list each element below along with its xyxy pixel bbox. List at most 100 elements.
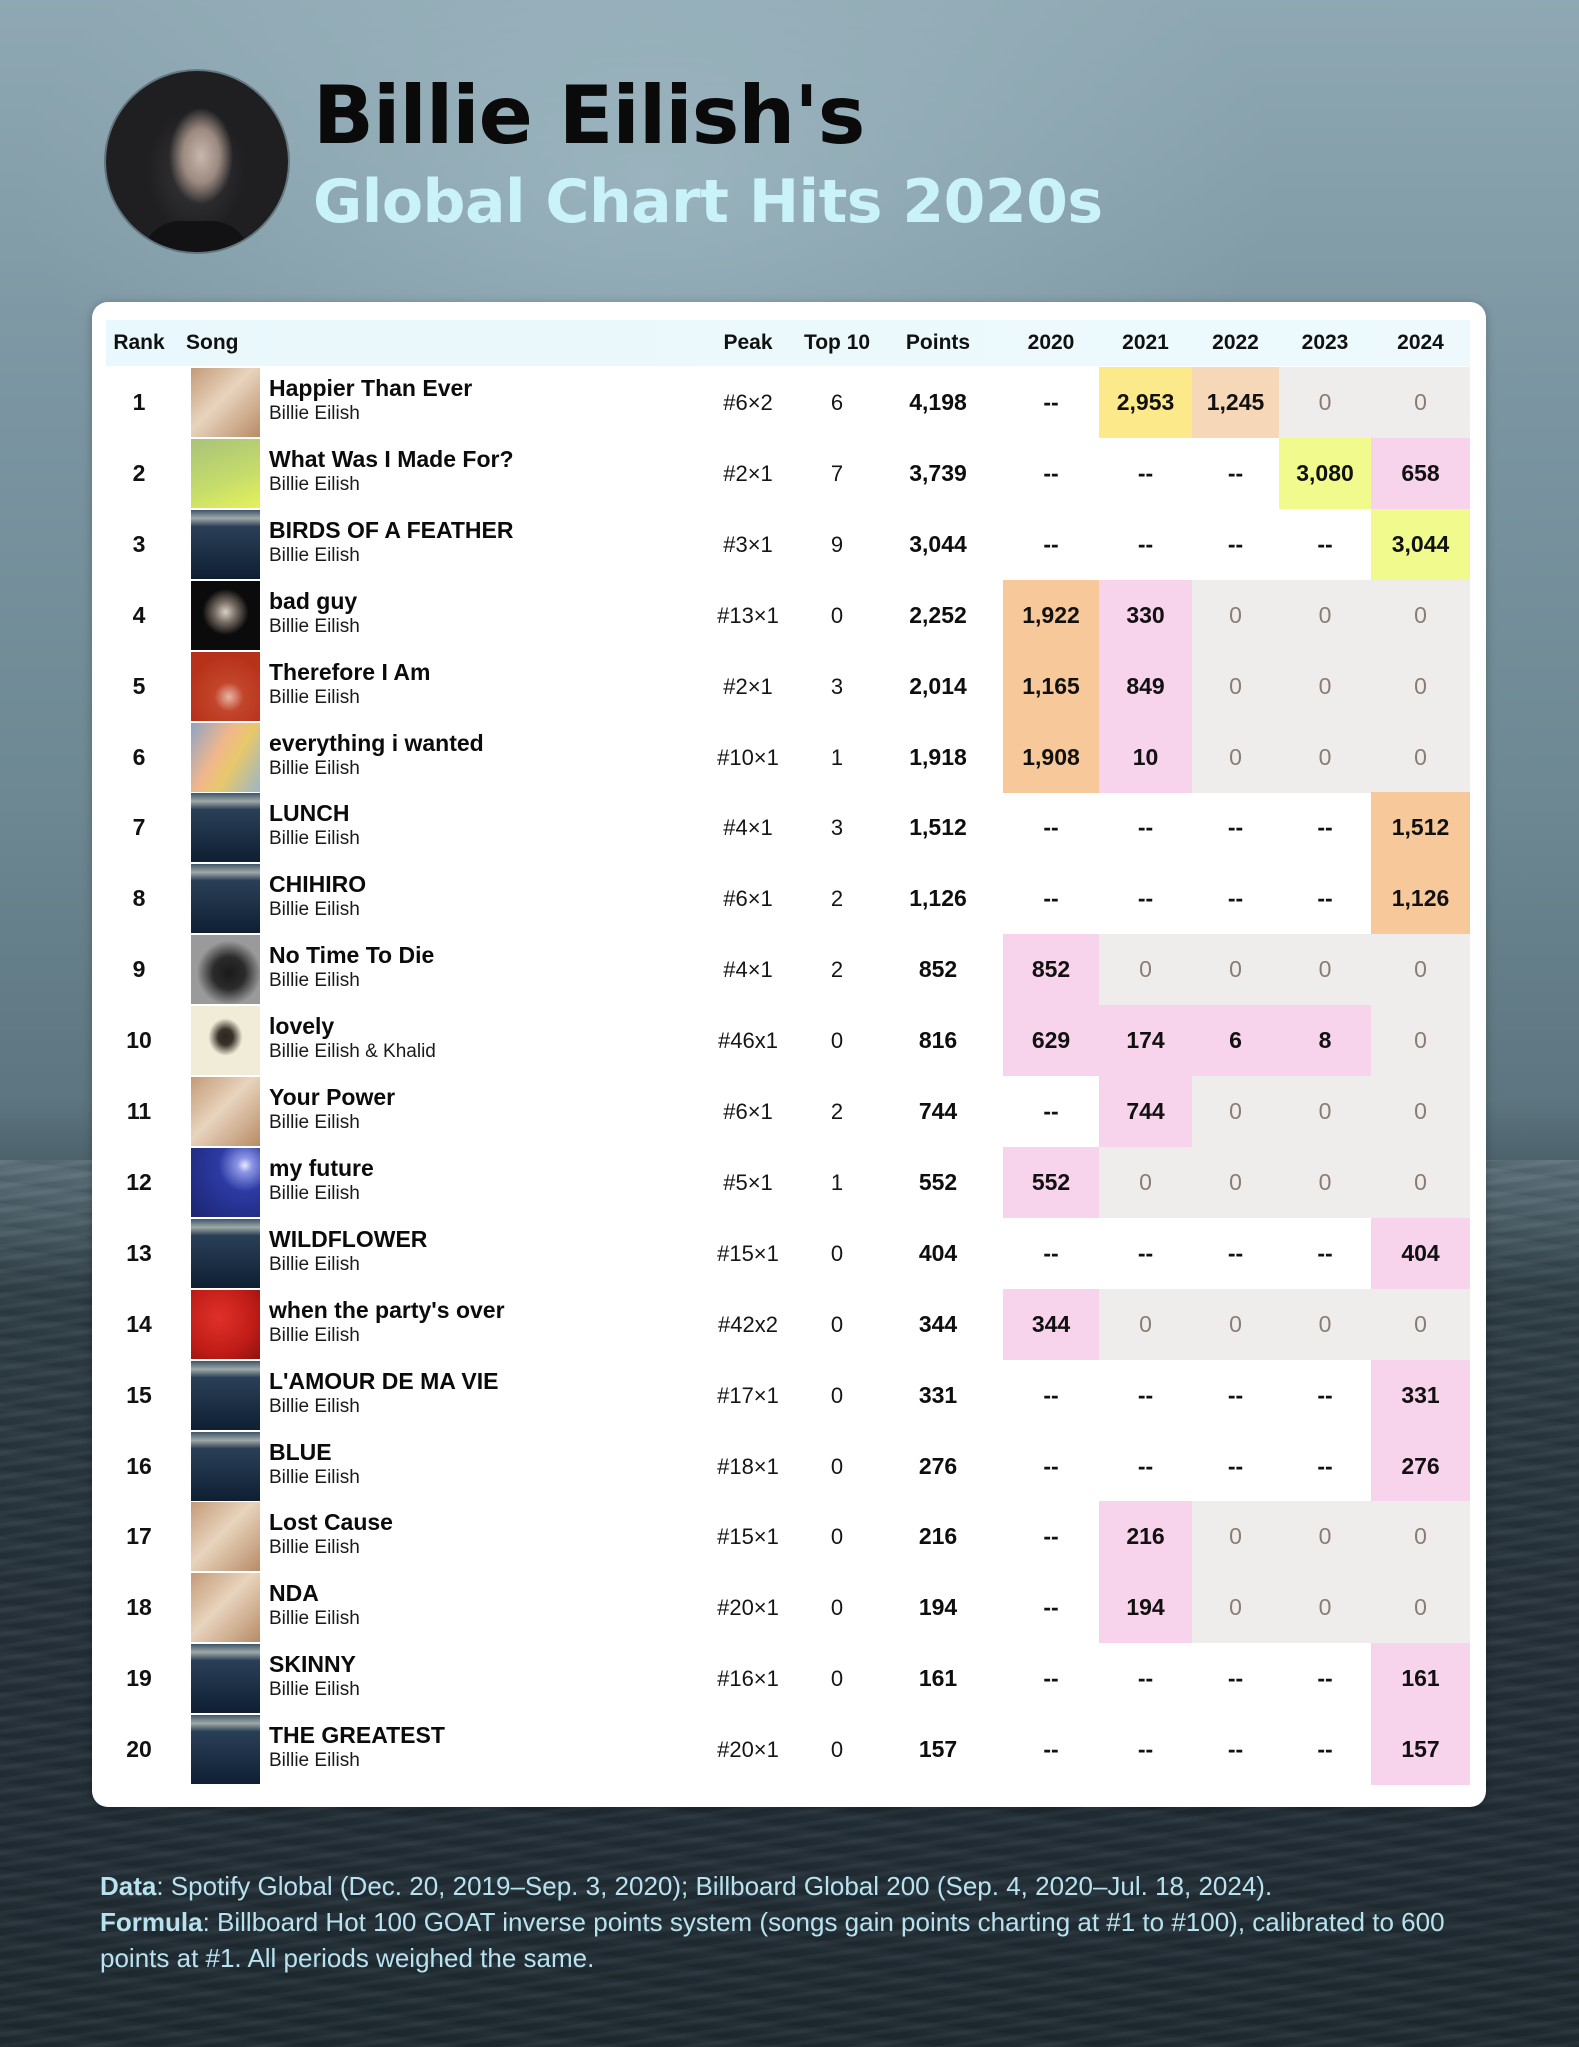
year-cell-2022: -- xyxy=(1227,530,1244,557)
year-cell-2023: -- xyxy=(1317,1665,1333,1692)
table-row: 14 when the party's over Billie Eilish #42x… xyxy=(92,1288,1486,1360)
year-cell-2021: 216 xyxy=(1099,1501,1192,1573)
year-cell-2022: 0 xyxy=(1192,579,1279,651)
song-artist: Billie Eilish xyxy=(269,686,360,708)
year-cell-2024: 0 xyxy=(1371,1146,1470,1218)
year-cell-2023: -- xyxy=(1317,1452,1333,1479)
peak-cell: #10×1 xyxy=(717,744,779,770)
table-row: 9 No Time To Die Billie Eilish #4×1 2 852 852 0… xyxy=(92,934,1486,1006)
top10-cell: 0 xyxy=(830,1453,844,1479)
year-cell-2022: -- xyxy=(1227,814,1244,841)
year-cell-2022: 0 xyxy=(1192,650,1279,722)
year-cell-2024: 0 xyxy=(1371,1288,1470,1360)
year-cell-2020: -- xyxy=(1043,1665,1059,1692)
rank-cell: 5 xyxy=(132,672,146,699)
song-artist: Billie Eilish xyxy=(269,1112,360,1133)
year-cell-2021: 2,953 xyxy=(1099,367,1192,438)
top10-cell: 0 xyxy=(830,1737,844,1763)
year-cell-2020: -- xyxy=(1043,885,1059,912)
year-cell-2023: 0 xyxy=(1279,1501,1371,1573)
song-artist: Billie Eilish xyxy=(269,1679,360,1701)
points-cell: 1,918 xyxy=(909,743,967,770)
year-cell-2023: 0 xyxy=(1279,934,1371,1006)
peak-cell: #15×1 xyxy=(717,1524,779,1550)
year-cell-2024: 161 xyxy=(1371,1643,1470,1715)
album-art-hit-me-hard-and-soft xyxy=(191,1360,260,1430)
year-cell-2020: 1,908 xyxy=(1003,721,1099,793)
rank-cell: 12 xyxy=(126,1168,152,1195)
year-cell-2020: -- xyxy=(1043,530,1059,557)
top10-cell: 7 xyxy=(830,460,844,486)
song-title: WILDFLOWER xyxy=(269,1225,428,1252)
year-cell-2022: 1,245 xyxy=(1192,367,1279,438)
song-title: CHIHIRO xyxy=(269,871,367,898)
year-cell-2021: -- xyxy=(1137,1452,1154,1479)
table-row: 6 everything i wanted Billie Eilish #10×1 1 1… xyxy=(92,721,1486,793)
year-cell-2024: 0 xyxy=(1371,650,1470,722)
song-title: BLUE xyxy=(269,1438,332,1465)
peak-cell: #2×1 xyxy=(723,460,773,486)
year-cell-2022: 0 xyxy=(1192,1076,1279,1147)
album-art-hit-me-hard-and-soft xyxy=(191,1431,260,1501)
album-art-happier-than-ever xyxy=(191,1573,260,1643)
top10-cell: 0 xyxy=(830,1028,844,1054)
top10-cell: 2 xyxy=(830,886,844,912)
album-art-hit-me-hard-and-soft xyxy=(191,509,260,579)
peak-cell: #4×1 xyxy=(723,815,773,841)
peak-cell: #4×1 xyxy=(723,957,773,983)
year-cell-2021: 849 xyxy=(1099,650,1192,722)
points-cell: 161 xyxy=(918,1665,958,1692)
page-subtitle: Global Chart Hits 2020s xyxy=(313,167,1103,237)
song-artist: Billie Eilish xyxy=(269,828,360,850)
points-cell: 852 xyxy=(918,956,958,983)
year-cell-2024: 331 xyxy=(1371,1359,1470,1431)
peak-cell: #5×1 xyxy=(723,1169,773,1195)
table-row: 5 Therefore I Am Billie Eilish #2×1 3 2,014 1,… xyxy=(92,650,1486,722)
year-cell-2020: -- xyxy=(1043,1381,1059,1408)
song-title: THE GREATEST xyxy=(269,1722,445,1749)
peak-cell: #42x2 xyxy=(718,1311,778,1337)
year-cell-2021: 744 xyxy=(1099,1076,1192,1147)
table-row: 18 NDA Billie Eilish #20×1 0 194 -- 194 0 0 0 xyxy=(92,1572,1486,1644)
table-row: 17 Lost Cause Billie Eilish #15×1 0 216 -- 216 0… xyxy=(92,1501,1486,1573)
peak-cell: #6×1 xyxy=(723,1099,773,1124)
song-title: Lost Cause xyxy=(269,1509,393,1536)
year-cell-2021: 0 xyxy=(1099,934,1192,1006)
year-cell-2020: 344 xyxy=(1003,1288,1099,1360)
song-artist: Billie Eilish xyxy=(269,757,360,779)
peak-cell: #2×1 xyxy=(723,673,773,699)
year-cell-2023: 0 xyxy=(1279,1572,1371,1644)
year-cell-2024: 658 xyxy=(1371,437,1470,509)
top10-cell: 0 xyxy=(830,1524,844,1550)
points-cell: 1,126 xyxy=(909,885,967,912)
table-row: 12 my future Billie Eilish #5×1 1 552 552 0 0 0 0 xyxy=(92,1146,1486,1218)
year-cell-2023: 8 xyxy=(1279,1005,1371,1077)
top10-cell: 3 xyxy=(830,673,844,699)
top10-cell: 9 xyxy=(830,531,844,557)
year-cell-2020: -- xyxy=(1043,1523,1059,1550)
points-cell: 216 xyxy=(918,1523,958,1550)
peak-cell: #13×1 xyxy=(717,602,779,628)
rank-cell: 6 xyxy=(132,743,146,770)
year-cell-2022: -- xyxy=(1227,1452,1244,1479)
year-cell-2020: -- xyxy=(1043,1098,1059,1124)
year-cell-2022: -- xyxy=(1227,459,1244,486)
year-cell-2024: 0 xyxy=(1371,367,1470,438)
points-cell: 816 xyxy=(918,1027,958,1054)
year-cell-2023: 0 xyxy=(1279,650,1371,722)
year-cell-2024: 0 xyxy=(1371,721,1470,793)
song-artist: Billie Eilish xyxy=(269,1466,360,1488)
year-cell-2021: 174 xyxy=(1099,1005,1192,1077)
points-cell: 2,014 xyxy=(909,672,967,699)
table-row: 16 BLUE Billie Eilish #18×1 0 276 -- -- -- -- 276 xyxy=(92,1430,1486,1502)
table-row: 11 Your Power Billie Eilish #6×1 2 744 -- 744 0 0… xyxy=(92,1076,1486,1147)
year-cell-2024: 276 xyxy=(1371,1430,1470,1502)
year-cell-2020: -- xyxy=(1043,1736,1059,1763)
song-title: Therefore I Am xyxy=(269,658,431,685)
table-row: 8 CHIHIRO Billie Eilish #6×1 2 1,126 -- -- -- -- 1… xyxy=(92,863,1486,935)
top10-cell: 0 xyxy=(830,1240,844,1266)
peak-cell: #15×1 xyxy=(717,1240,779,1266)
rank-cell: 15 xyxy=(126,1381,152,1408)
rank-cell: 3 xyxy=(132,530,146,557)
year-cell-2022: -- xyxy=(1227,1239,1244,1266)
